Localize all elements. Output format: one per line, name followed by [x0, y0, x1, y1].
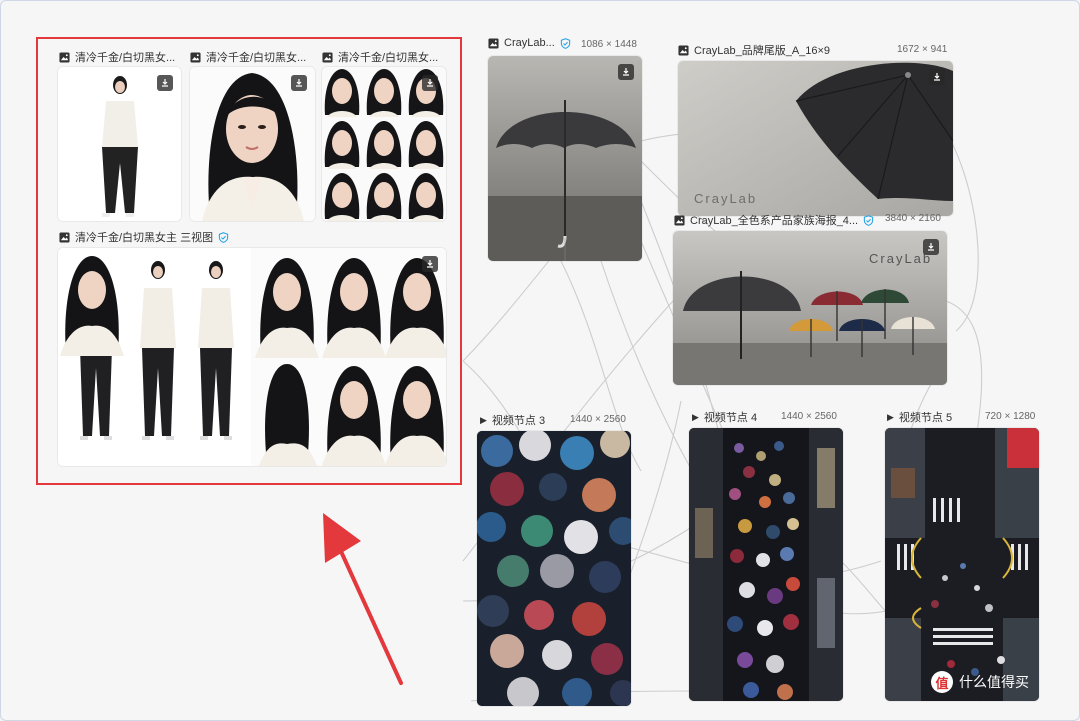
video-play-icon: ▶: [887, 411, 894, 422]
video-node-5[interactable]: 值 什么值得买: [885, 428, 1039, 701]
image-icon: [59, 231, 70, 243]
image-dimensions: 3840 × 2160: [885, 213, 941, 224]
download-icon: [296, 79, 302, 87]
video-play-icon: ▶: [480, 414, 487, 425]
verified-shield-icon: [218, 231, 229, 243]
download-icon: [427, 79, 433, 87]
node-title-umbrella-a[interactable]: CrayLab...: [488, 37, 571, 49]
download-icon: [928, 243, 934, 251]
image-icon: [674, 214, 685, 226]
node-title-three-view[interactable]: 清冷千金/白切黑女主 三视图: [59, 229, 229, 245]
node-title-text: 清冷千金/白切黑女...: [75, 52, 176, 64]
video-node-3[interactable]: [477, 431, 631, 706]
video-4-preview: [689, 428, 843, 701]
download-button[interactable]: [929, 69, 945, 85]
verified-shield-icon: [863, 214, 874, 226]
node-title-text: 清冷千金/白切黑女...: [338, 52, 439, 64]
node-title-text: 视频节点 5: [898, 412, 953, 424]
video-play-icon: ▶: [692, 411, 699, 422]
download-icon: [427, 260, 433, 268]
site-watermark: 值 什么值得买: [931, 671, 1029, 693]
node-title-text: CrayLab_品牌尾版_A_16×9: [694, 45, 831, 57]
node-title-video-4[interactable]: ▶ 视频节点 4: [692, 409, 757, 425]
node-title-text: CrayLab_全色系产品家族海报_4...: [690, 215, 859, 227]
download-button[interactable]: [923, 239, 939, 255]
watermark-badge: 值: [931, 671, 953, 693]
video-5-preview: [885, 428, 1039, 701]
node-title-portrait-b[interactable]: 清冷千金/白切黑女...: [190, 49, 306, 65]
node-title-text: 清冷千金/白切黑女主 三视图: [75, 232, 214, 244]
image-node-portrait-closeup[interactable]: [190, 67, 315, 221]
image-node-portrait-full-body[interactable]: [58, 67, 181, 221]
image-node-umbrella-single[interactable]: [488, 56, 642, 261]
video-dimensions: 1440 × 2560: [781, 411, 837, 422]
video-dimensions: 720 × 1280: [985, 411, 1036, 422]
workflow-canvas[interactable]: 清冷千金/白切黑女... 清冷千金/白切黑女... 清冷千金/白切黑女... 清…: [0, 0, 1080, 721]
image-icon: [59, 51, 70, 63]
node-title-text: CrayLab...: [504, 37, 555, 49]
node-title-portrait-c[interactable]: 清冷千金/白切黑女...: [322, 49, 438, 65]
node-title-text: 清冷千金/白切黑女...: [206, 52, 307, 64]
download-icon: [162, 79, 168, 87]
image-icon: [322, 51, 333, 63]
image-node-three-view[interactable]: [58, 248, 446, 466]
image-dimensions: 1672 × 941: [897, 44, 948, 55]
image-node-umbrella-family[interactable]: CrayLab: [673, 231, 947, 385]
node-title-text: 视频节点 4: [703, 412, 758, 424]
download-button[interactable]: [422, 75, 438, 91]
image-icon: [488, 37, 499, 49]
video-node-4[interactable]: [689, 428, 843, 701]
download-button[interactable]: [618, 64, 634, 80]
video-3-preview: [477, 431, 631, 706]
umbrella-single-image: [488, 56, 642, 261]
image-icon: [678, 44, 689, 56]
download-icon: [934, 73, 940, 81]
brand-watermark: CrayLab: [694, 191, 758, 206]
video-dimensions: 1440 × 2560: [570, 414, 626, 425]
download-button[interactable]: [157, 75, 173, 91]
annotation-arrow: [323, 513, 403, 685]
watermark-text: 什么值得买: [959, 674, 1029, 690]
image-node-umbrella-brand[interactable]: CrayLab: [678, 61, 953, 216]
node-title-umbrella-c[interactable]: CrayLab_全色系产品家族海报_4...: [674, 212, 874, 228]
node-title-video-5[interactable]: ▶ 视频节点 5: [887, 409, 952, 425]
verified-shield-icon: [560, 37, 570, 49]
node-title-video-3[interactable]: ▶ 视频节点 3: [480, 412, 545, 428]
node-title-portrait-a[interactable]: 清冷千金/白切黑女...: [59, 49, 175, 65]
three-view-image: [58, 248, 446, 466]
image-icon: [190, 51, 201, 63]
download-button[interactable]: [291, 75, 307, 91]
download-icon: [623, 68, 629, 76]
image-node-expression-grid[interactable]: [322, 67, 446, 221]
download-button[interactable]: [422, 256, 438, 272]
node-title-umbrella-b[interactable]: CrayLab_品牌尾版_A_16×9: [678, 42, 830, 58]
node-title-text: 视频节点 3: [491, 415, 546, 427]
image-dimensions: 1086 × 1448: [581, 39, 637, 50]
